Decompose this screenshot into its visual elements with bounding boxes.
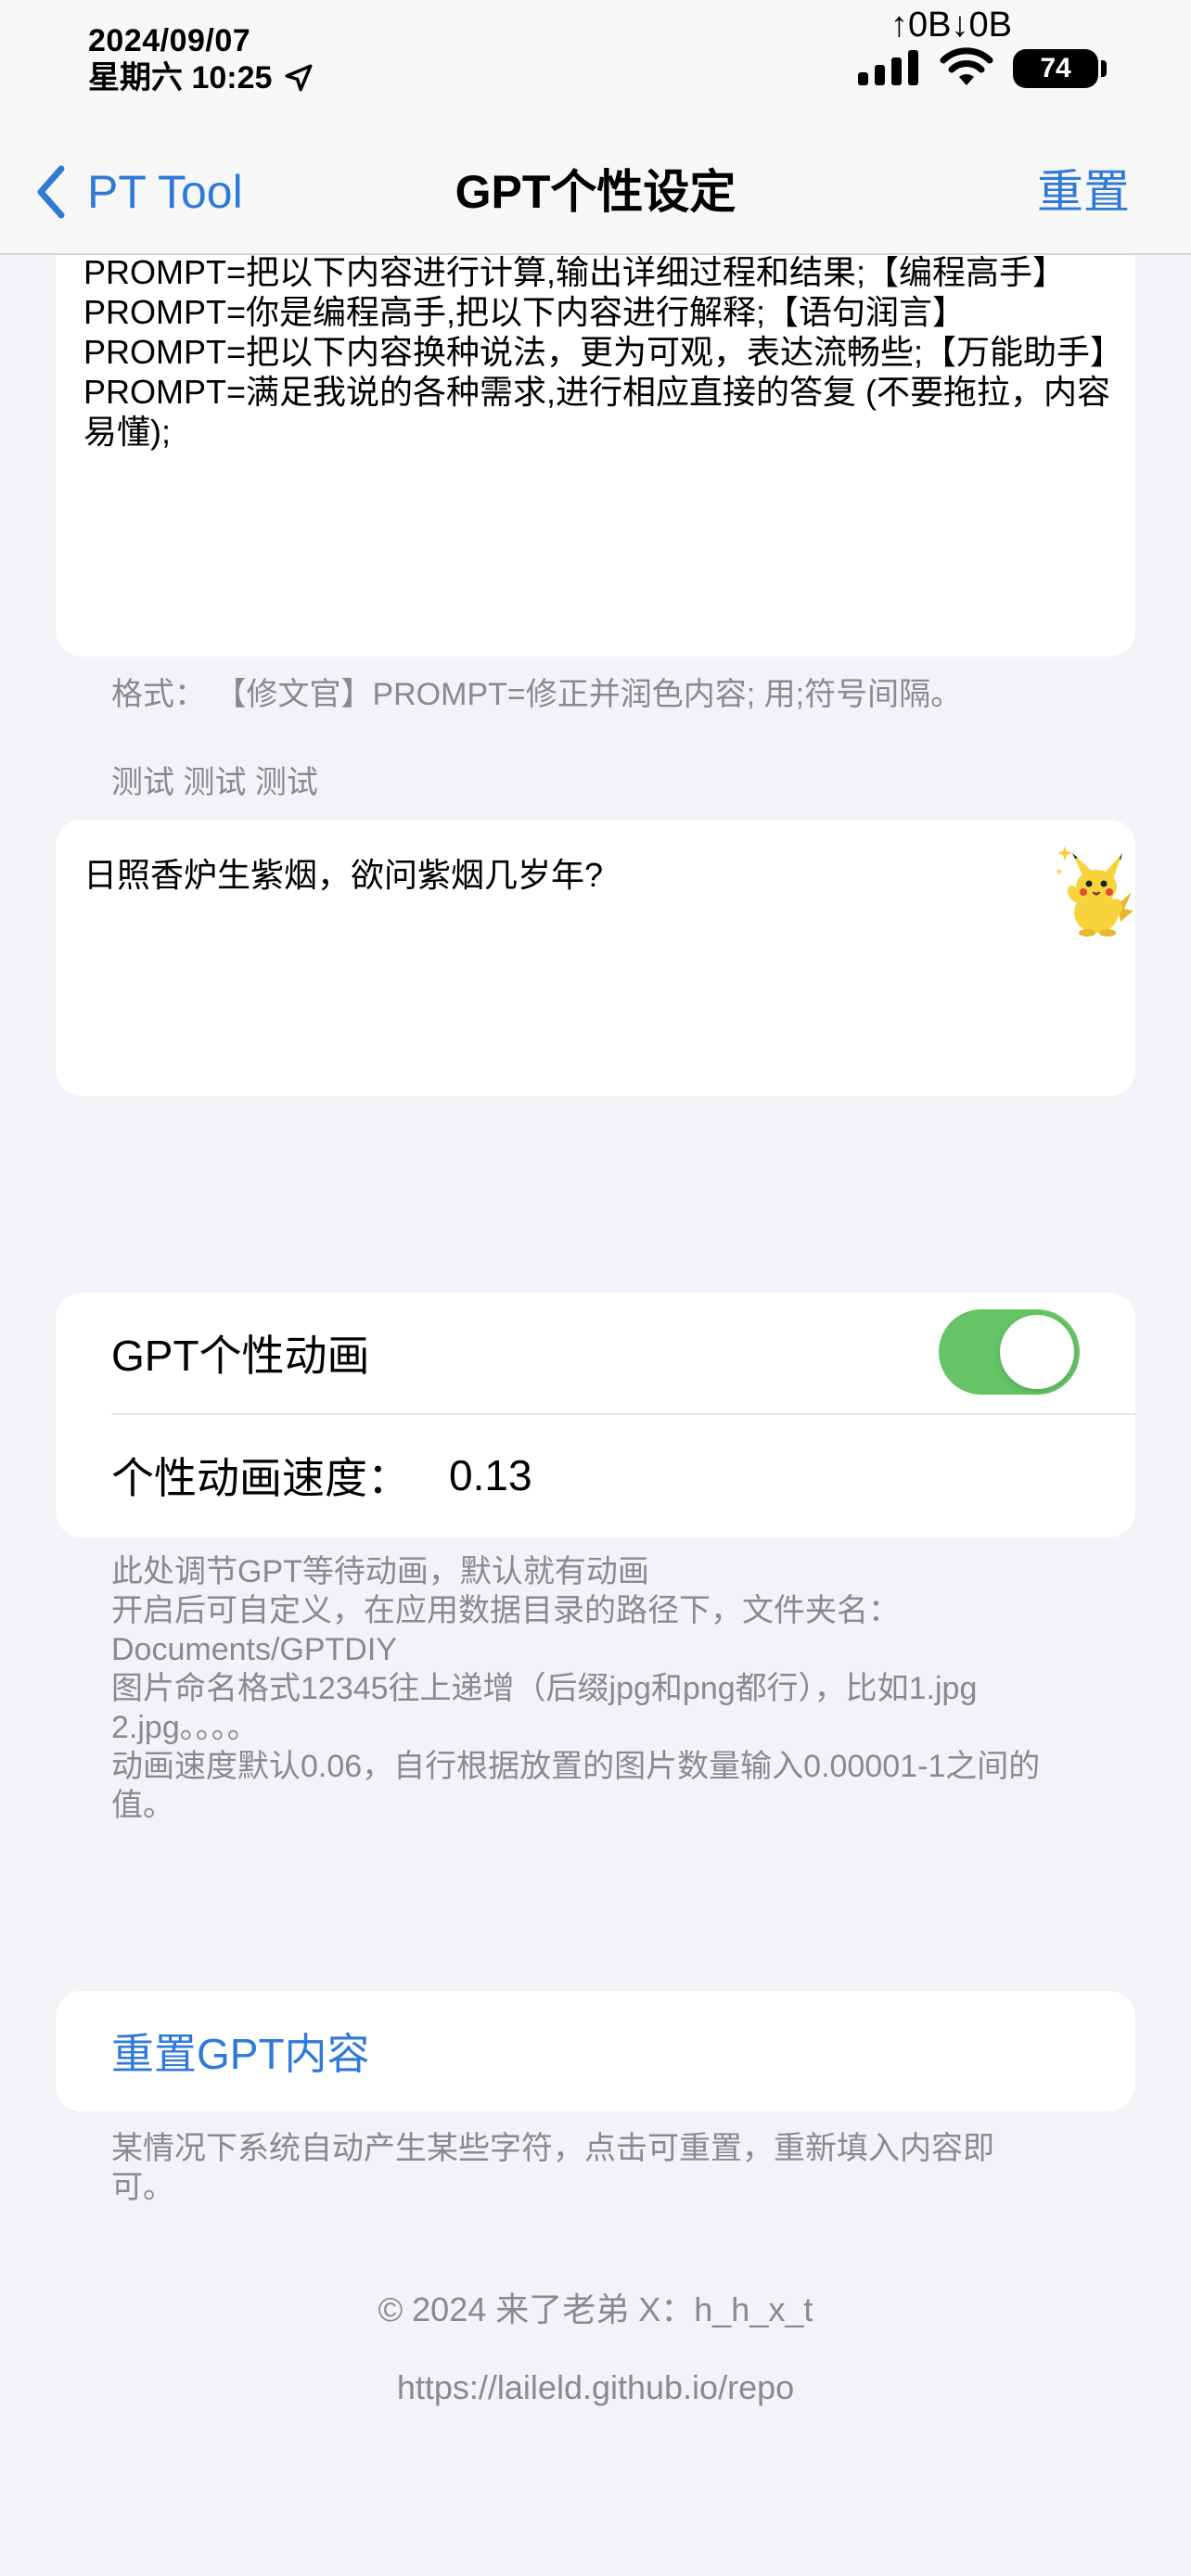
- format-hint: 格式： 【修文官】PROMPT=修正并润色内容; 用;符号间隔。: [111, 677, 963, 712]
- animation-speed-value[interactable]: 0.13: [449, 1450, 532, 1500]
- wifi-icon: [940, 47, 993, 85]
- status-bar: 2024/09/07 星期六 10:25 ↑0B↓0B 74: [0, 0, 1191, 139]
- reset-button[interactable]: 重置: [1037, 159, 1130, 224]
- animation-description: 此处调节GPT等待动画，默认就有动画 开启后可自定义，在应用数据目录的路径下，文…: [111, 1554, 1041, 1823]
- reset-gpt-content-button[interactable]: 重置GPT内容: [111, 1991, 370, 2111]
- repo-link[interactable]: https://laileld.github.io/repo: [0, 2366, 1191, 2409]
- reset-gpt-card: 重置GPT内容: [56, 1991, 1135, 2111]
- back-button-label: PT Tool: [87, 166, 243, 218]
- animation-settings-card: GPT个性动画 个性动画速度： 0.13: [56, 1293, 1135, 1537]
- status-time: 星期六 10:25: [88, 59, 314, 96]
- animation-toggle[interactable]: [939, 1309, 1080, 1395]
- chevron-left-icon: [37, 165, 65, 219]
- reset-description: 某情况下系统自动产生某些字符，点击可重置，重新填入内容即可。: [111, 2131, 994, 2205]
- animation-speed-label: 个性动画速度：: [111, 1454, 410, 1502]
- pikachu-icon: [1056, 846, 1133, 937]
- network-speed: ↑0B↓0B: [890, 6, 1012, 45]
- location-arrow-icon: [285, 64, 313, 92]
- copyright-text: © 2024 来了老弟 X：h_h_x_t: [378, 2290, 813, 2328]
- test-section-header: 测试 测试 测试: [111, 765, 318, 800]
- status-time-label: 星期六 10:25: [88, 60, 273, 96]
- animation-toggle-label: GPT个性动画: [111, 1332, 370, 1380]
- prompt-text-area[interactable]: PROMPT=把以下内容进行计算,输出详细过程和结果;【编程高手】PROMPT=…: [56, 185, 1135, 657]
- navigation-bar: PT Tool GPT个性设定 重置: [0, 139, 1191, 255]
- test-text-content: 日照香炉生紫烟，欲问紫烟几岁年?: [83, 856, 604, 894]
- toggle-knob: [1000, 1315, 1074, 1389]
- test-text-area[interactable]: 日照香炉生紫烟，欲问紫烟几岁年?: [56, 820, 1135, 1096]
- back-button[interactable]: PT Tool: [33, 159, 243, 224]
- prompt-text-content: PROMPT=把以下内容进行计算,输出详细过程和结果;【编程高手】PROMPT=…: [83, 253, 1111, 451]
- cellular-signal-icon: [858, 48, 918, 85]
- animation-speed-row[interactable]: 个性动画速度： 0.13: [111, 1415, 1135, 1536]
- battery-indicator: 74: [1013, 49, 1098, 88]
- status-date: 2024/09/07: [88, 23, 251, 58]
- animation-toggle-row: GPT个性动画: [111, 1293, 1135, 1415]
- battery-tip: [1101, 60, 1107, 77]
